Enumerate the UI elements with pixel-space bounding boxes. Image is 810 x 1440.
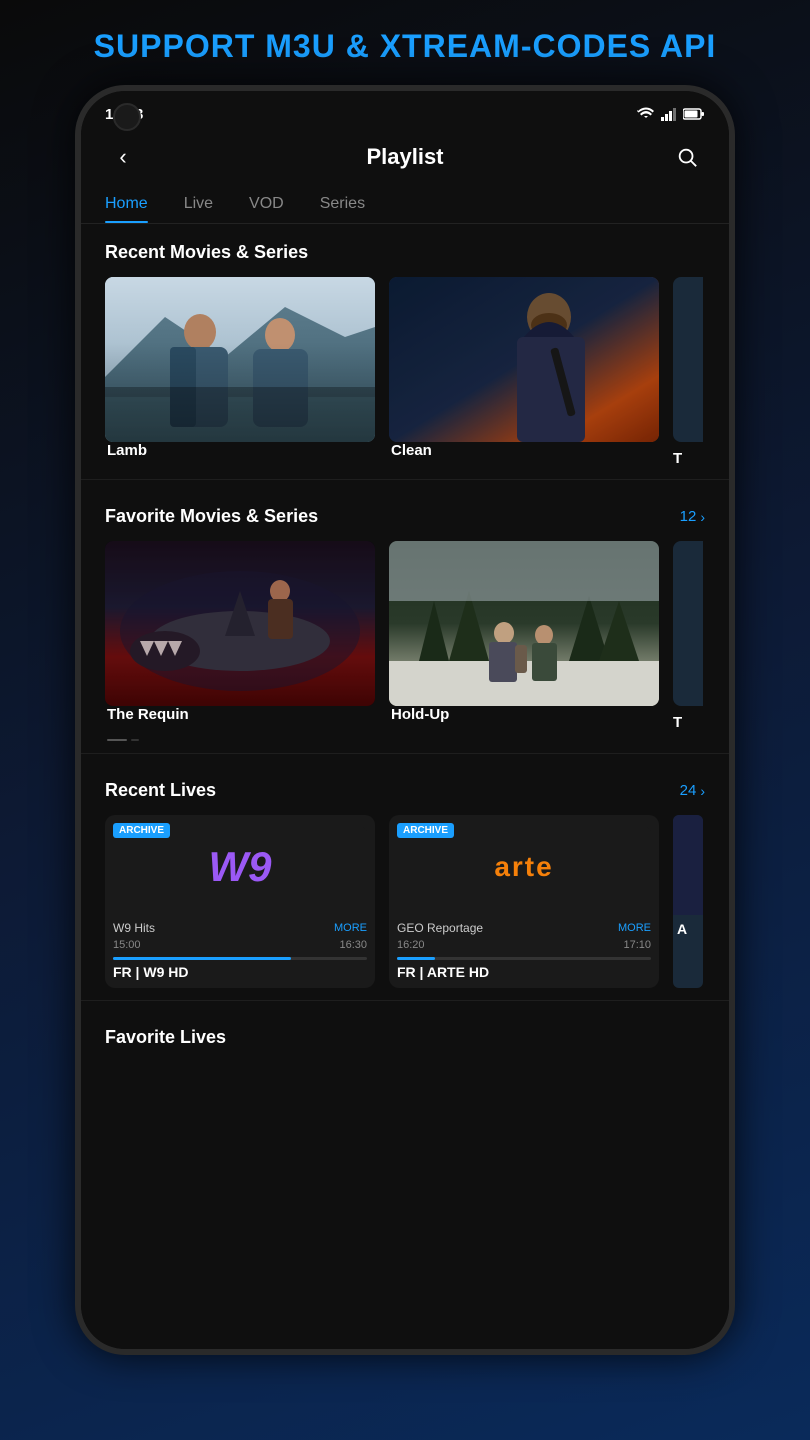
clean-thumbnail-svg <box>389 277 659 442</box>
partial-live-name: A <box>677 921 687 937</box>
w9-info: W9 Hits MORE 15:00 16:30 FR | W9 HD <box>105 915 375 988</box>
recent-lives-section: Recent Lives 24 › ARCHIVE W9 <box>81 762 729 992</box>
arte-logo-area: arte <box>397 827 651 907</box>
recent-movies-title: Recent Movies & Series <box>105 242 308 263</box>
w9-logo-area: W9 <box>113 827 367 907</box>
movie-thumb-requin <box>105 541 375 706</box>
phone-screen: 16:23 <box>81 91 729 1349</box>
app-header: ‹ Playlist <box>81 131 729 187</box>
favorite-movies-row: The Requin <box>105 541 703 731</box>
arte-time-start: 16:20 <box>397 939 425 951</box>
live-card-w9-inner: ARCHIVE W9 <box>105 815 375 915</box>
live-card-arte-inner: ARCHIVE arte <box>389 815 659 915</box>
back-icon: ‹ <box>119 144 126 170</box>
holdup-thumbnail-svg <box>389 541 659 706</box>
arte-program-name: GEO Reportage <box>397 921 483 935</box>
movie-card-requin[interactable]: The Requin <box>105 541 375 731</box>
w9-progress-bar <box>113 957 367 960</box>
status-bar: 16:23 <box>81 91 729 131</box>
favorite-movies-count-btn[interactable]: 12 › <box>680 508 705 525</box>
movie-thumb-holdup <box>389 541 659 706</box>
movie-thumb-lamb <box>105 277 375 442</box>
movie-thumb-clean <box>389 277 659 442</box>
movie-card-partial-1: T <box>673 277 703 467</box>
partial-title-1: T <box>673 450 703 467</box>
phone-frame: 16:23 <box>75 85 735 1355</box>
w9-program-name: W9 Hits <box>113 921 155 935</box>
archive-badge-arte: ARCHIVE <box>397 823 454 838</box>
wifi-icon <box>637 107 655 121</box>
tab-live[interactable]: Live <box>166 187 231 223</box>
w9-logo: W9 <box>209 843 272 891</box>
movie-card-partial-2: T <box>673 541 703 731</box>
movie-title-lamb: Lamb <box>105 442 147 459</box>
w9-program-row: W9 Hits MORE <box>113 921 367 935</box>
recent-movies-row: Lamb <box>105 277 703 467</box>
back-button[interactable]: ‹ <box>105 139 141 175</box>
favorite-movies-section: Favorite Movies & Series 12 › <box>81 488 729 745</box>
scroll-content[interactable]: Recent Movies & Series <box>81 224 729 1349</box>
live-card-arte[interactable]: ARCHIVE arte GEO Reportage MORE 16: <box>389 815 659 988</box>
arte-program-row: GEO Reportage MORE <box>397 921 651 935</box>
favorite-movies-header: Favorite Movies & Series 12 › <box>105 506 705 527</box>
tab-home[interactable]: Home <box>105 187 166 223</box>
top-header-text: SUPPORT M3U & XTREAM-CODES API <box>94 28 717 64</box>
recent-lives-count-btn[interactable]: 24 › <box>680 782 705 799</box>
live-cards-row: ARCHIVE W9 W9 Hits MORE 15:00 <box>105 815 705 988</box>
tab-vod[interactable]: VOD <box>231 187 302 223</box>
arte-more-btn[interactable]: MORE <box>618 922 651 934</box>
arte-progress-fill <box>397 957 435 960</box>
live-card-partial: A <box>673 815 703 988</box>
w9-time-end: 16:30 <box>339 939 367 951</box>
recent-lives-header: Recent Lives 24 › <box>105 780 705 801</box>
favorite-lives-section: Favorite Lives <box>81 1009 729 1072</box>
w9-more-btn[interactable]: MORE <box>334 922 367 934</box>
recent-movies-header: Recent Movies & Series <box>105 242 705 263</box>
arte-progress-bar <box>397 957 651 960</box>
w9-time-start: 15:00 <box>113 939 141 951</box>
signal-icon <box>661 107 677 121</box>
lamb-thumbnail-svg <box>105 277 375 442</box>
app-title: Playlist <box>366 144 443 170</box>
requin-thumbnail-svg <box>105 541 375 706</box>
battery-icon <box>683 108 705 120</box>
favorite-count: 12 <box>680 508 697 525</box>
tabs-bar: Home Live VOD Series <box>81 187 729 224</box>
live-card-w9[interactable]: ARCHIVE W9 W9 Hits MORE 15:00 <box>105 815 375 988</box>
recent-lives-chevron: › <box>700 783 705 799</box>
recent-lives-title: Recent Lives <box>105 780 216 801</box>
favorite-lives-header: Favorite Lives <box>105 1027 705 1048</box>
arte-channel-name: FR | ARTE HD <box>397 964 651 980</box>
archive-badge-w9: ARCHIVE <box>113 823 170 838</box>
recent-movies-cards: Lamb <box>105 277 705 467</box>
favorite-movies-cards: The Requin <box>105 541 705 731</box>
movie-card-clean[interactable]: Clean <box>389 277 659 467</box>
arte-info: GEO Reportage MORE 16:20 17:10 FR | ARTE… <box>389 915 659 988</box>
search-button[interactable] <box>669 139 705 175</box>
recent-lives-count: 24 <box>680 782 697 799</box>
scroll-dots <box>105 739 705 741</box>
recent-movies-section: Recent Movies & Series <box>81 224 729 471</box>
tab-series[interactable]: Series <box>302 187 383 223</box>
movie-title-clean: Clean <box>389 442 432 459</box>
w9-channel-name: FR | W9 HD <box>113 964 367 980</box>
movie-title-requin: The Requin <box>105 706 189 723</box>
arte-time-end: 17:10 <box>623 939 651 951</box>
movie-title-holdup: Hold-Up <box>389 706 449 723</box>
status-icons <box>637 107 705 121</box>
movie-card-lamb[interactable]: Lamb <box>105 277 375 467</box>
search-icon <box>676 146 698 168</box>
favorite-movies-title: Favorite Movies & Series <box>105 506 318 527</box>
favorite-movies-chevron: › <box>700 509 705 525</box>
arte-logo: arte <box>494 851 553 883</box>
partial-title-2: T <box>673 714 703 731</box>
camera-notch <box>113 103 141 131</box>
top-header: SUPPORT M3U & XTREAM-CODES API <box>0 0 810 85</box>
movie-card-holdup[interactable]: Hold-Up <box>389 541 659 731</box>
w9-time-row: 15:00 16:30 <box>113 939 367 951</box>
arte-time-row: 16:20 17:10 <box>397 939 651 951</box>
favorite-lives-title: Favorite Lives <box>105 1027 226 1048</box>
w9-progress-fill <box>113 957 291 960</box>
